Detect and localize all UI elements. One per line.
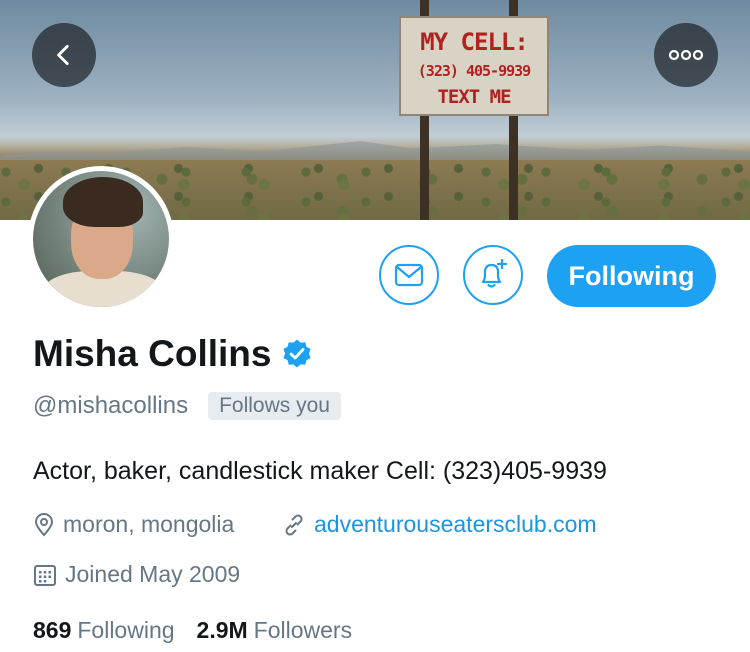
followers-label: Followers <box>253 617 353 643</box>
avatar-hair <box>63 177 143 227</box>
following-count: 869 <box>33 617 72 643</box>
followers-stat[interactable]: 2.9M Followers <box>197 617 353 644</box>
joined-text: Joined May 2009 <box>65 561 241 587</box>
following-stat[interactable]: 869 Following <box>33 617 175 644</box>
bell-plus-icon <box>481 258 508 288</box>
chevron-left-icon <box>57 44 69 66</box>
sign-line-3: TEXT ME <box>437 86 511 108</box>
envelope-icon <box>394 263 424 287</box>
follow-stats: 869 Following 2.9M Followers <box>33 617 374 644</box>
joined-row: Joined May 2009 <box>33 561 240 588</box>
name-row: Misha Collins <box>33 333 313 375</box>
location-pin-icon <box>34 512 54 537</box>
notifications-button[interactable] <box>463 245 523 305</box>
banner-sign: MY CELL: (323) 405-9939 TEXT ME <box>399 16 549 116</box>
display-name: Misha Collins <box>33 333 272 374</box>
following-button[interactable]: Following <box>547 245 716 307</box>
follows-you-badge: Follows you <box>208 392 341 420</box>
avatar-photo <box>33 171 169 307</box>
following-label: Following <box>77 617 175 643</box>
sign-line-1: MY CELL: <box>420 28 529 56</box>
profile-avatar[interactable] <box>28 166 174 312</box>
calendar-icon <box>34 564 56 586</box>
more-options-button[interactable] <box>654 23 718 87</box>
link-icon <box>285 513 303 536</box>
followers-count: 2.9M <box>196 617 248 643</box>
more-horizontal-icon <box>668 49 704 61</box>
back-button[interactable] <box>32 23 96 87</box>
user-handle: @mishacollins <box>33 392 189 419</box>
message-button[interactable] <box>379 245 439 305</box>
location-row: moron, mongolia <box>33 511 234 538</box>
handle-row: @mishacollins Follows you <box>33 392 341 420</box>
profile-bio: Actor, baker, candlestick maker Cell: (3… <box>33 457 607 485</box>
website-row[interactable]: adventurouseatersclub.com <box>282 511 597 538</box>
sign-line-2: (323) 405-9939 <box>417 62 531 80</box>
location-text: moron, mongolia <box>63 511 235 537</box>
website-link[interactable]: adventurouseatersclub.com <box>314 511 597 538</box>
verified-badge-icon <box>283 339 312 368</box>
